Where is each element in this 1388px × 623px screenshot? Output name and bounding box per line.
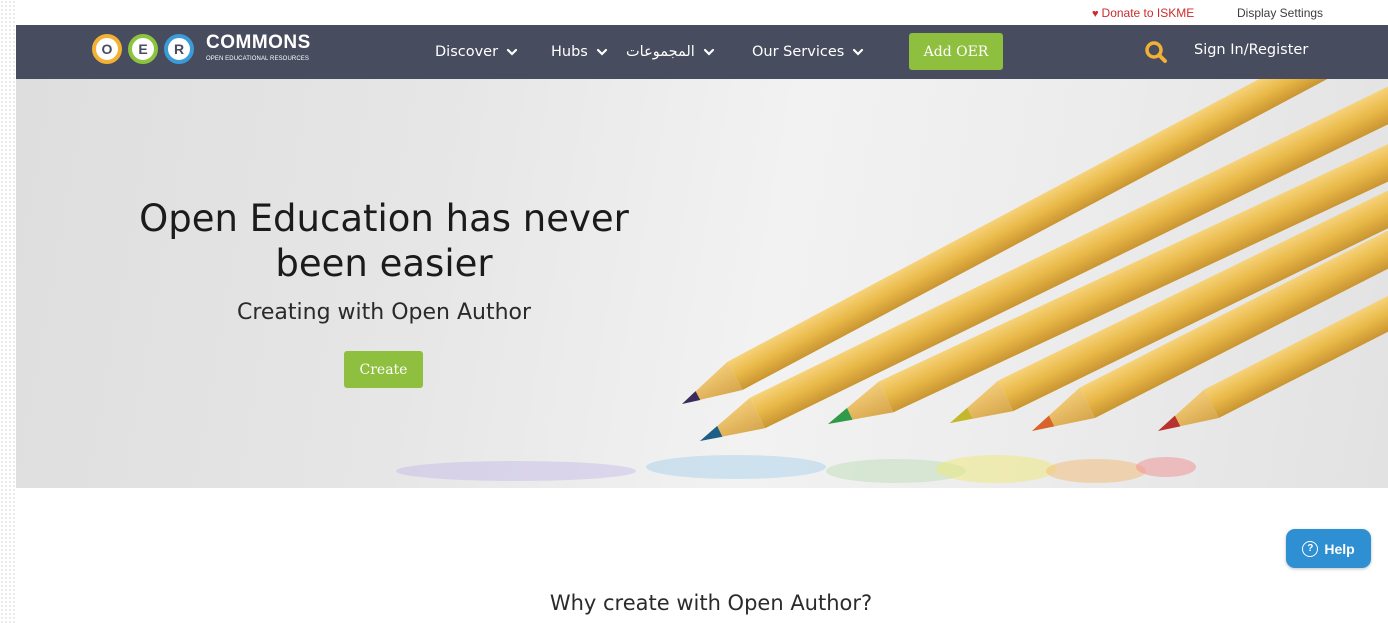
nav-our-services-menu[interactable]: Our Services <box>752 42 864 62</box>
help-label: Help <box>1324 540 1355 557</box>
question-circle-icon: ? <box>1302 540 1319 557</box>
chevron-down-icon <box>506 48 518 56</box>
nav-our-services-label: Our Services <box>752 44 845 60</box>
chevron-down-icon <box>596 48 607 56</box>
nav-discover-label: Discover <box>435 44 499 60</box>
sign-in-register-link[interactable]: Sign In/Register <box>1194 42 1308 58</box>
create-button[interactable]: Create <box>344 351 423 388</box>
hero-banner: Open Education has never been easier Cre… <box>16 79 1388 488</box>
nav-discover-menu[interactable]: Discover <box>435 42 518 62</box>
logo-letter-o: O <box>92 34 122 64</box>
hero-subtitle: Creating with Open Author <box>236 300 532 325</box>
chevron-down-icon <box>853 48 864 56</box>
donate-label: Donate to ISKME <box>1101 6 1195 20</box>
oer-commons-logo[interactable]: O E R COMMONS OPEN EDUCATIONAL RESOURCES <box>92 29 322 75</box>
donate-link[interactable]: ♥ Donate to ISKME <box>1092 6 1194 20</box>
nav-hubs-label: Hubs <box>551 44 588 60</box>
display-settings-link[interactable]: Display Settings <box>1237 6 1323 20</box>
main-navbar: O E R COMMONS OPEN EDUCATIONAL RESOURCES… <box>16 25 1388 79</box>
help-button[interactable]: ? Help <box>1286 529 1371 568</box>
heart-icon: ♥ <box>1092 8 1099 20</box>
search-icon[interactable] <box>1143 39 1169 65</box>
section-heading: Why create with Open Author? <box>549 591 873 615</box>
page-edge-pattern <box>0 0 16 623</box>
nav-collections-label: المجموعات <box>626 44 695 60</box>
chevron-down-icon <box>703 48 714 56</box>
nav-hubs-menu[interactable]: Hubs <box>551 42 608 62</box>
add-oer-button[interactable]: Add OER <box>909 33 1003 70</box>
nav-collections-menu[interactable]: المجموعات <box>626 42 715 62</box>
logo-subtitle: OPEN EDUCATIONAL RESOURCES <box>206 56 309 62</box>
logo-title: COMMONS <box>206 32 311 53</box>
hero-title: Open Education has never been easier <box>139 197 629 285</box>
logo-letter-e: E <box>128 34 158 64</box>
utility-bar: ♥ Donate to ISKME Display Settings <box>16 0 1388 25</box>
logo-letter-r: R <box>164 34 194 64</box>
